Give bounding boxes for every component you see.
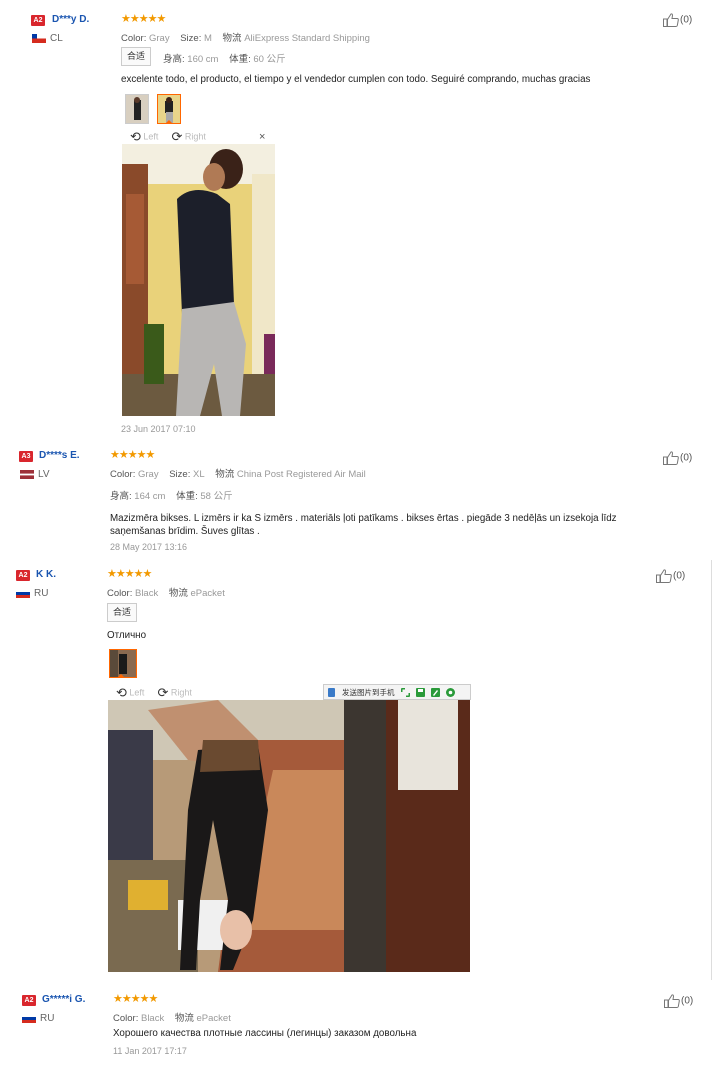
review-photo-large[interactable] [108,700,470,972]
review-text: excelente todo, el producto, el tiempo y… [121,74,591,85]
rotate-right-label[interactable]: Right [171,687,192,697]
logistics-label: 物流 [174,1013,194,1024]
thumbs-up-icon [656,569,672,583]
rotate-left-icon[interactable]: ⟲ [116,685,127,700]
helpful-button[interactable]: (0) [664,994,693,1008]
shipping-value: ePacket [196,1013,231,1024]
helpful-button[interactable]: (0) [663,13,692,27]
rotate-right-icon[interactable]: ⟳ [157,685,168,700]
shipping-value: AliExpress Standard Shipping [244,33,370,44]
photo-thumbnail-1[interactable] [125,94,149,124]
flag-ru-icon [22,1014,36,1023]
color-value: Gray [137,469,159,480]
height-label: 身高: [110,491,132,502]
helpful-button[interactable]: (0) [656,569,685,583]
flag-ru-icon [16,589,30,598]
rotate-left-label[interactable]: Left [143,131,158,141]
weight-value: 58 公斤 [200,491,233,502]
color-value: Gray [148,33,170,44]
image-viewer-toolbar: ⟲ Left ⟳ Right [130,129,206,145]
review-photo-large[interactable] [122,144,275,416]
edit-icon[interactable] [430,687,440,697]
fit-tag: 合适 [107,603,138,622]
size-value: XL [192,469,205,480]
helpful-button[interactable]: (0) [663,451,692,465]
review-text: Отлично [107,630,147,641]
reviewer-name[interactable]: K K. [36,569,56,580]
weight-label: 体重: [229,54,251,65]
reviewer-name[interactable]: D****s E. [39,450,80,461]
logistics-label: 物流 [222,33,242,44]
helpful-count: (0) [680,452,693,464]
order-info: Color: Black 物流 ePacket [107,585,225,599]
buyer-level-badge: A2 [16,570,30,581]
rotate-left-icon[interactable]: ⟲ [130,129,141,144]
buyer-level-badge: A2 [31,15,45,26]
rotate-right-label[interactable]: Right [185,131,206,141]
thumbs-up-icon [663,451,679,465]
rating-stars: ★★★★★ [107,568,152,580]
send-to-phone-label[interactable]: 发送图片到手机 [339,687,398,698]
save-icon[interactable] [415,687,425,697]
rating-stars: ★★★★★ [121,13,166,25]
image-viewer-toolbar: ⟲ Left ⟳ Right [116,685,192,701]
helpful-count: (0) [680,14,693,26]
fullscreen-icon[interactable] [400,687,410,697]
logistics-label: 物流 [215,469,235,480]
reviewer-country: RU [40,1013,55,1024]
photo-thumbnail-2[interactable] [157,94,181,124]
reviewer-name[interactable]: D***y D. [52,14,89,25]
order-info: Color: Black 物流 ePacket [113,1010,231,1024]
helpful-count: (0) [681,995,694,1007]
reviewer-country: LV [38,469,50,480]
flag-lv-icon [20,470,34,479]
review-date: 28 May 2017 13:16 [110,542,188,552]
review-text: Mazizmēra bikses. L izmērs ir ka S izmēr… [110,513,617,537]
rotate-right-icon[interactable]: ⟳ [171,129,182,144]
flag-cl-icon [32,34,46,43]
review-date: 23 Jun 2017 07:10 [121,424,196,434]
color-label: Color: [107,588,133,599]
size-value: M [203,33,212,44]
height-label: 身高: [163,54,185,65]
height-value: 160 cm [187,54,219,65]
reviewer-country: CL [50,33,63,44]
rating-stars: ★★★★★ [113,993,158,1005]
color-value: Black [140,1013,165,1024]
order-info: Color: Gray Size: XL 物流 China Post Regis… [110,466,366,480]
reviewer-country: RU [34,588,49,599]
shipping-value: China Post Registered Air Mail [236,469,366,480]
phone-icon [328,687,335,697]
logistics-label: 物流 [168,588,188,599]
order-info: Color: Gray Size: M 物流 AliExpress Standa… [121,30,370,44]
weight-value: 60 公斤 [253,54,286,65]
scrollbar[interactable] [711,560,712,980]
body-measurements: 身高: 164 cm 体重: 58 公斤 [110,488,233,502]
rotate-left-label[interactable]: Left [129,687,144,697]
color-value: Black [134,588,159,599]
shipping-value: ePacket [190,588,225,599]
reviewer-name[interactable]: G*****i G. [42,994,85,1005]
size-label: Size: [180,33,202,44]
review-date: 11 Jan 2017 17:17 [113,1046,187,1056]
height-value: 164 cm [134,491,166,502]
photo-tools: 发送图片到手机 [323,684,471,700]
thumbs-up-icon [664,994,680,1008]
color-label: Color: [121,33,147,44]
color-label: Color: [113,1013,139,1024]
close-viewer-icon[interactable]: × [259,131,265,143]
helpful-count: (0) [673,570,686,582]
photo-thumbnail-1[interactable] [109,649,137,678]
rating-stars: ★★★★★ [110,449,155,461]
weight-label: 体重: [176,491,198,502]
review-text: Хорошего качества плотные лассины (легин… [113,1028,417,1039]
thumbs-up-icon [663,13,679,27]
buyer-level-badge: A2 [22,995,36,1006]
buyer-level-badge: A3 [19,451,33,462]
fit-tag: 合适 [121,47,152,66]
color-label: Color: [110,469,136,480]
body-measurements: 身高: 160 cm 体重: 60 公斤 [163,51,286,65]
settings-icon[interactable] [445,687,455,697]
size-label: Size: [169,469,191,480]
